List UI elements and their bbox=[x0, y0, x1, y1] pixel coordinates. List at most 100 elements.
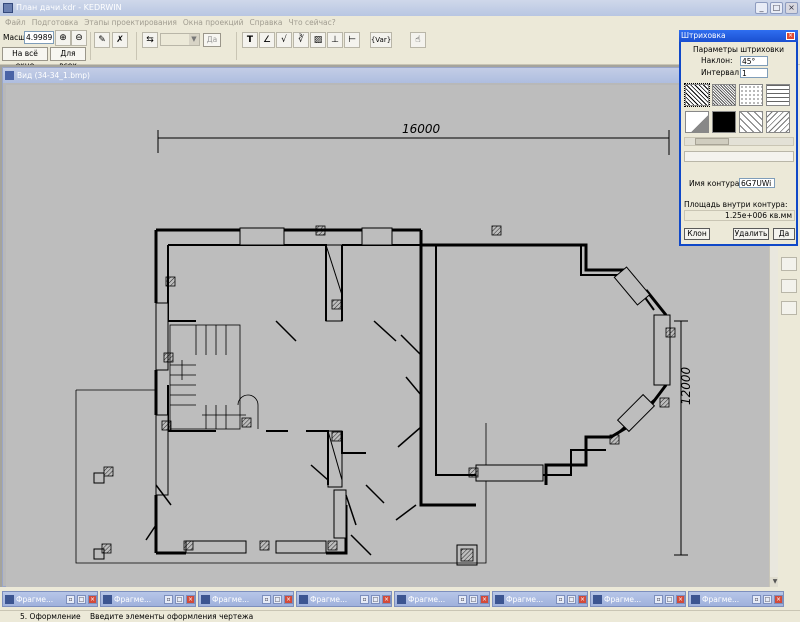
zoom-in-icon[interactable]: ⊕ bbox=[55, 30, 71, 46]
text-tool-icon[interactable]: T bbox=[242, 32, 258, 48]
hatch-swatch-2[interactable] bbox=[712, 84, 736, 106]
menu-prep[interactable]: Подготовка bbox=[29, 16, 81, 29]
scale-input[interactable]: 4.9989 bbox=[24, 31, 54, 44]
toggle-tool-icon[interactable] bbox=[781, 279, 797, 293]
menu-stages[interactable]: Этапы проектирования bbox=[81, 16, 180, 29]
dialog-yes-button[interactable]: Да bbox=[773, 228, 795, 240]
window-titlebar: План дачи.kdr - KEDRWIN _ □ × bbox=[0, 0, 800, 16]
hatch-swatch-4[interactable] bbox=[766, 84, 790, 106]
print-tool-icon[interactable] bbox=[781, 301, 797, 315]
hatch-swatch-3[interactable] bbox=[739, 84, 763, 106]
document-icon bbox=[5, 71, 14, 80]
menu-help[interactable]: Справка bbox=[246, 16, 285, 29]
close-icon[interactable]: × bbox=[786, 32, 795, 40]
restore-icon[interactable]: ▫ bbox=[360, 594, 369, 604]
pencil-icon[interactable]: ✎ bbox=[94, 32, 110, 48]
column-5 bbox=[163, 352, 174, 363]
hatch-swatch-8[interactable] bbox=[766, 111, 790, 133]
restore-icon[interactable]: ▫ bbox=[164, 594, 173, 604]
delete-button[interactable]: Удалить bbox=[733, 228, 769, 240]
fragment-icon bbox=[593, 594, 602, 604]
hatch-swatch-1[interactable] bbox=[684, 83, 710, 107]
fragment-task[interactable]: Фрагме... ▫ □ × bbox=[2, 591, 98, 607]
window-title: План дачи.kdr - KEDRWIN bbox=[16, 3, 122, 12]
close-icon[interactable]: × bbox=[284, 594, 293, 604]
close-icon[interactable]: × bbox=[382, 594, 391, 604]
menu-whats-now[interactable]: Что сейчас? bbox=[286, 16, 339, 29]
menu-file[interactable]: Файл bbox=[2, 16, 29, 29]
close-icon[interactable]: × bbox=[676, 594, 685, 604]
slope-input[interactable]: 45° bbox=[740, 56, 768, 66]
slope-label: Наклон: bbox=[701, 56, 733, 65]
restore-icon[interactable]: ▫ bbox=[262, 594, 271, 604]
maximize-icon[interactable]: □ bbox=[371, 594, 380, 604]
fragment-task[interactable]: Фрагме... ▫ □ × bbox=[688, 591, 784, 607]
hand-icon[interactable]: ☝ bbox=[410, 32, 426, 48]
staircase bbox=[169, 324, 259, 430]
hatch-swatch-6[interactable] bbox=[712, 111, 736, 133]
contour-name-input[interactable]: 6G7UWi bbox=[739, 178, 775, 188]
yes-button[interactable]: Да bbox=[203, 33, 221, 47]
drawing-canvas[interactable]: 16000 12000 bbox=[6, 85, 769, 587]
zoom-out-icon[interactable]: ⊖ bbox=[71, 30, 87, 46]
fragment-task[interactable]: Фрагме... ▫ □ × bbox=[492, 591, 588, 607]
for-all-button[interactable]: Для всех bbox=[50, 47, 86, 70]
column-15 bbox=[259, 540, 270, 551]
chevron-down-icon[interactable]: ▼ bbox=[189, 34, 199, 45]
window-top-2 bbox=[361, 227, 393, 246]
restore-icon[interactable]: ▫ bbox=[458, 594, 467, 604]
maximize-icon[interactable]: □ bbox=[77, 594, 86, 604]
restore-icon[interactable]: ▫ bbox=[752, 594, 761, 604]
hatch-tool-icon[interactable]: ▨ bbox=[310, 32, 326, 48]
hatch-type-combo[interactable] bbox=[684, 151, 794, 162]
window-bay-bottom bbox=[616, 393, 656, 433]
close-icon[interactable]: × bbox=[578, 594, 587, 604]
close-icon[interactable]: × bbox=[774, 594, 783, 604]
fragment-task[interactable]: Фрагме... ▫ □ × bbox=[198, 591, 294, 607]
maximize-icon[interactable]: □ bbox=[665, 594, 674, 604]
close-button[interactable]: × bbox=[785, 2, 798, 14]
restore-icon[interactable]: ▫ bbox=[66, 594, 75, 604]
fragment-task[interactable]: Фрагме... ▫ □ × bbox=[100, 591, 196, 607]
restore-icon[interactable]: ▫ bbox=[654, 594, 663, 604]
minimize-button[interactable]: _ bbox=[755, 2, 768, 14]
hatch-dialog: Штриховка × Параметры штриховки Наклон: … bbox=[679, 30, 798, 246]
roughness-tool-icon[interactable]: √ bbox=[276, 32, 292, 48]
maximize-button[interactable]: □ bbox=[770, 2, 783, 14]
maximize-icon[interactable]: □ bbox=[567, 594, 576, 604]
scroll-thumb[interactable] bbox=[695, 138, 729, 145]
fit-window-button[interactable]: На всё окно bbox=[2, 47, 48, 70]
hatch-swatch-5[interactable] bbox=[685, 111, 709, 133]
restore-icon[interactable]: ▫ bbox=[556, 594, 565, 604]
column-7 bbox=[161, 420, 172, 431]
fragment-icon bbox=[299, 594, 308, 604]
maximize-icon[interactable]: □ bbox=[469, 594, 478, 604]
eraser-icon[interactable]: ✗ bbox=[112, 32, 128, 48]
hatch-swatch-7[interactable] bbox=[739, 111, 763, 133]
maximize-icon[interactable]: □ bbox=[763, 594, 772, 604]
variables-button[interactable]: {Var} bbox=[370, 32, 392, 48]
clone-button[interactable]: Клон bbox=[684, 228, 710, 240]
layer-combo[interactable]: ▼ bbox=[160, 33, 200, 46]
dimension-tool-icon[interactable]: ⊢ bbox=[344, 32, 360, 48]
interval-input[interactable]: 1 bbox=[740, 68, 768, 78]
fragment-task[interactable]: Фрагме... ▫ □ × bbox=[590, 591, 686, 607]
tolerance-tool-icon[interactable]: ∛ bbox=[293, 32, 309, 48]
window-bay-top bbox=[613, 266, 651, 306]
close-icon[interactable]: × bbox=[480, 594, 489, 604]
maximize-icon[interactable]: □ bbox=[273, 594, 282, 604]
angle-tool-icon[interactable]: ∠ bbox=[259, 32, 275, 48]
column-2 bbox=[491, 225, 502, 236]
maximize-icon[interactable]: □ bbox=[175, 594, 184, 604]
phone-tool-icon[interactable] bbox=[781, 257, 797, 271]
menu-projection-windows[interactable]: Окна проекций bbox=[180, 16, 247, 29]
fragment-task[interactable]: Фрагме... ▫ □ × bbox=[296, 591, 392, 607]
dim-text-vertical: 12000 bbox=[679, 366, 693, 405]
close-icon[interactable]: × bbox=[88, 594, 97, 604]
swap-icon[interactable]: ⇆ bbox=[142, 32, 158, 48]
swatch-scrollbar[interactable] bbox=[684, 137, 794, 146]
close-icon[interactable]: × bbox=[186, 594, 195, 604]
fragment-task[interactable]: Фрагме... ▫ □ × bbox=[394, 591, 490, 607]
leader-tool-icon[interactable]: ⊥ bbox=[327, 32, 343, 48]
column-1 bbox=[315, 225, 326, 236]
